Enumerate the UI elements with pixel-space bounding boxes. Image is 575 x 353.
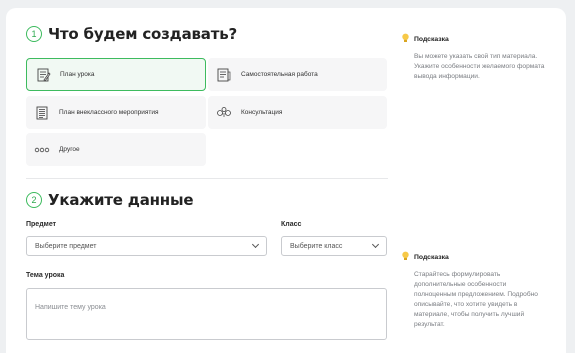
chevron-down-icon (251, 240, 260, 249)
step-1-header: 1 Что будем создавать? (26, 25, 237, 43)
option-lesson-plan-label: План урока (60, 71, 95, 78)
lightbulb-icon (401, 30, 410, 48)
hint-1-text: Вы можете указать свой тип материала. Ук… (414, 53, 545, 80)
event-plan-icon (34, 105, 50, 121)
section-divider (26, 178, 388, 179)
step-1-title: Что будем создавать? (48, 25, 238, 43)
hint-2-title: Подсказка (414, 253, 449, 261)
hint-2-text: Старайтесь формулировать дополнительные … (414, 271, 538, 328)
option-consultation-label: Консультация (241, 109, 283, 116)
option-independent-work[interactable]: Самостоятельная работа (208, 58, 387, 91)
option-other-label: Другое (59, 146, 80, 153)
grade-label: Класс (281, 221, 302, 228)
independent-work-icon (216, 67, 232, 83)
other-icon (34, 142, 50, 158)
option-other[interactable]: Другое (26, 133, 206, 166)
lesson-plan-icon (35, 67, 51, 83)
topic-placeholder: Напишите тему урока (35, 304, 106, 311)
topic-label: Тема урока (26, 272, 65, 279)
option-lesson-plan[interactable]: План урока (26, 58, 206, 91)
subject-select-value: Выберите предмет (35, 242, 97, 250)
step-2-title: Укажите данные (48, 191, 194, 209)
lightbulb-icon (401, 248, 410, 266)
hint-2: Подсказка Старайтесь формулировать допол… (401, 248, 546, 330)
option-consultation[interactable]: Консультация (208, 96, 387, 129)
topic-textarea[interactable]: Напишите тему урока (26, 288, 387, 340)
step-2-header: 2 Укажите данные (26, 191, 193, 209)
grade-select[interactable]: Выберите класс (281, 236, 387, 256)
option-event-plan[interactable]: План внеклассного мероприятия (26, 96, 206, 129)
subject-select[interactable]: Выберите предмет (26, 236, 267, 256)
chevron-down-icon (371, 240, 380, 249)
grade-select-value: Выберите класс (290, 242, 343, 250)
option-independent-work-label: Самостоятельная работа (241, 71, 318, 78)
hint-1: Подсказка Вы можете указать свой тип мат… (401, 30, 546, 82)
option-event-plan-label: План внеклассного мероприятия (59, 109, 159, 116)
subject-label: Предмет (26, 221, 57, 228)
step-1-number: 1 (26, 26, 42, 42)
hint-1-title: Подсказка (414, 35, 449, 43)
consultation-icon (216, 105, 232, 121)
step-2-number: 2 (26, 192, 42, 208)
